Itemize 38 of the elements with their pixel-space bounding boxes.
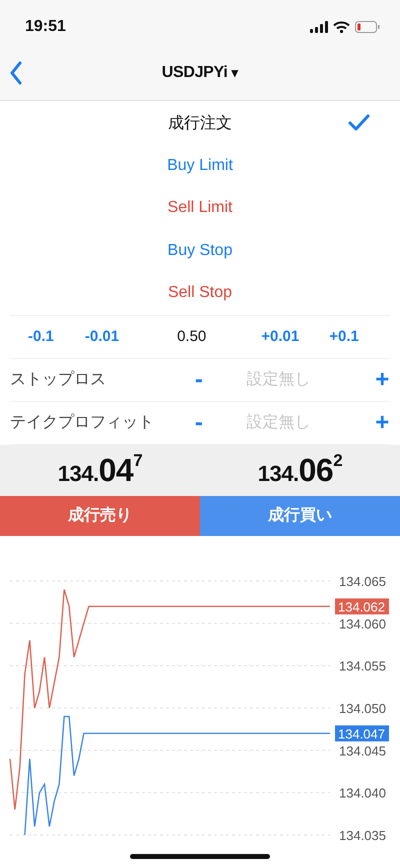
axis-tick-label: 134.040 xyxy=(339,785,386,800)
minus-button[interactable]: - xyxy=(191,366,207,394)
plus-button[interactable]: + xyxy=(374,366,390,394)
axis-tick-label: 134.045 xyxy=(339,742,386,758)
order-type-option[interactable]: 成行注文 xyxy=(0,102,400,144)
order-type-option[interactable]: Sell Stop xyxy=(0,272,400,314)
back-icon[interactable] xyxy=(9,61,23,85)
ask-price: 134.06$^{2}$ xyxy=(256,451,344,489)
buy-button[interactable]: 成行買い xyxy=(200,496,400,536)
price-tag: 134.047 xyxy=(335,724,389,741)
signal-icon xyxy=(310,20,328,32)
symbol-selector[interactable]: USDJPYi ▾ xyxy=(162,64,238,82)
level-input-field[interactable]: 設定無し xyxy=(244,370,359,390)
axis-tick-label: 134.055 xyxy=(339,658,386,674)
wifi-icon xyxy=(333,20,350,32)
status-time: 19:51 xyxy=(25,18,66,36)
sell-button[interactable]: 成行売り xyxy=(0,496,200,536)
volume-step-button[interactable]: -0.01 xyxy=(84,328,120,345)
battery-icon xyxy=(355,20,380,32)
level-input-field[interactable]: 設定無し xyxy=(244,412,359,432)
price-tag: 134.062 xyxy=(335,598,389,614)
plus-button[interactable]: + xyxy=(374,408,390,436)
order-type-option[interactable]: Buy Limit xyxy=(0,144,400,187)
axis-tick-label: 134.065 xyxy=(339,574,386,588)
minus-button[interactable]: - xyxy=(191,408,207,436)
checkmark-icon xyxy=(348,114,370,132)
volume-step-button[interactable]: -0.1 xyxy=(28,328,54,345)
volume-step-button[interactable]: +0.01 xyxy=(261,328,300,345)
volume-step-button[interactable]: +0.1 xyxy=(329,328,359,345)
order-type-option[interactable]: Buy Stop xyxy=(0,230,400,272)
level-label: ストップロス xyxy=(10,370,107,390)
axis-tick-label: 134.035 xyxy=(339,828,386,842)
bid-price: 134.04$^{7}$ xyxy=(56,451,144,489)
axis-tick-label: 134.060 xyxy=(339,616,386,631)
axis-tick-label: 134.050 xyxy=(339,700,386,716)
level-label: テイクプロフィット xyxy=(10,412,155,433)
order-type-option[interactable]: Sell Limit xyxy=(0,187,400,230)
volume-value[interactable]: 0.50 xyxy=(177,328,206,345)
